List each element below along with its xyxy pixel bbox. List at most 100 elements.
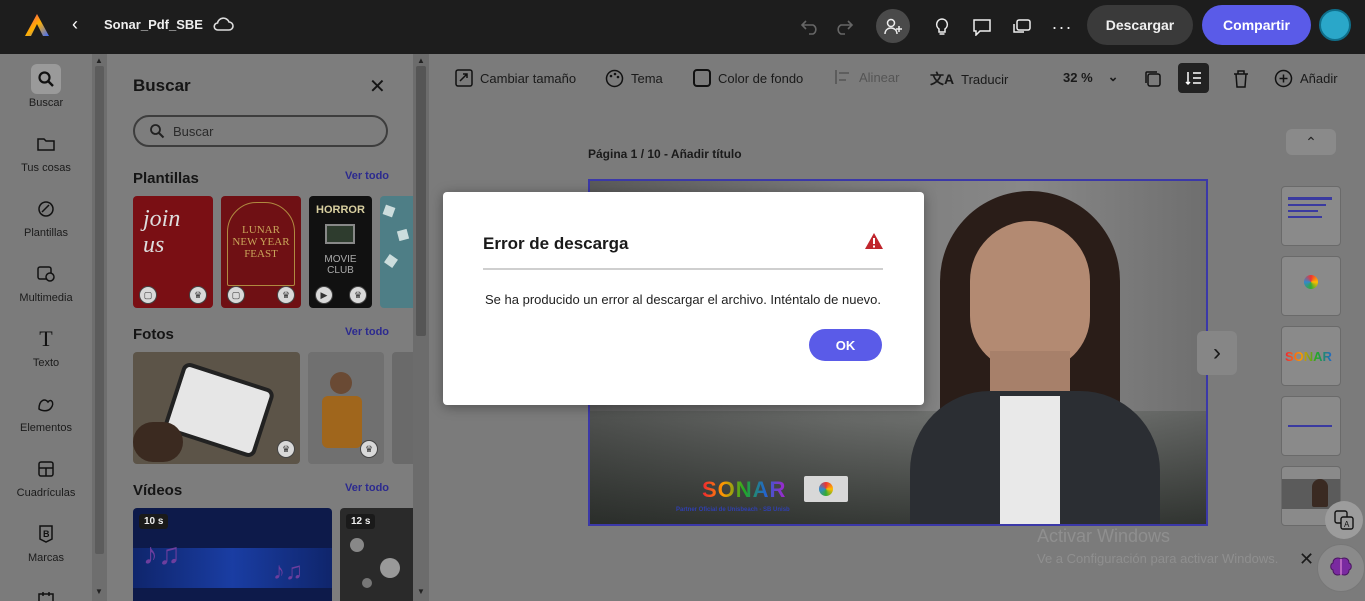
next-page-icon[interactable]: › [1197, 331, 1237, 375]
video-card[interactable]: 12 s [340, 508, 413, 601]
premium-crown-icon: ♛ [360, 440, 378, 458]
scrollbar-thumb[interactable] [95, 66, 104, 554]
rail-item-brands[interactable]: B Marcas [0, 519, 92, 564]
page-thumbnail[interactable] [1281, 186, 1341, 246]
rail-item-templates[interactable]: Plantillas [0, 194, 92, 239]
scroll-down-icon[interactable]: ▼ [95, 587, 103, 596]
plus-circle-icon [1274, 69, 1293, 88]
rail-item-media[interactable]: Multimedia [0, 259, 92, 304]
lightbulb-icon[interactable] [928, 13, 956, 41]
delete-icon[interactable] [1232, 69, 1250, 89]
comment-icon[interactable] [968, 13, 996, 41]
left-rail: Buscar Tus cosas Plantillas Multimedia T… [0, 54, 92, 601]
download-button[interactable]: Descargar [1087, 5, 1193, 45]
rail-item-search[interactable]: Buscar [0, 64, 92, 109]
rail-item-grids[interactable]: Cuadrículas [0, 454, 92, 499]
undo-icon[interactable] [796, 13, 824, 41]
page-thumbnail[interactable] [1281, 256, 1341, 316]
rail-item-elements[interactable]: Elementos [0, 389, 92, 434]
scroll-up-icon[interactable]: ▲ [95, 56, 103, 65]
page-thumbnail[interactable] [1281, 396, 1341, 456]
templates-icon [31, 194, 61, 224]
close-icon[interactable]: ✕ [1299, 549, 1314, 570]
layers-icon[interactable] [1178, 63, 1209, 93]
template-text: join us [143, 206, 181, 258]
resize-icon [455, 69, 473, 87]
scroll-down-icon[interactable]: ▼ [417, 587, 425, 596]
windows-activation-text: Ve a Configuración para activar Windows. [1037, 551, 1279, 566]
translate-assistant-icon[interactable]: A [1325, 501, 1363, 539]
rail-item-your-stuff[interactable]: Tus cosas [0, 129, 92, 174]
see-all-videos-link[interactable]: Ver todo [345, 482, 389, 494]
music-note-icon: ♪♫ [143, 538, 181, 571]
more-options-icon[interactable]: ··· [1048, 13, 1076, 41]
template-card[interactable]: join us ▢ ♛ [133, 196, 213, 308]
play-icon: ▶ [315, 286, 333, 304]
translate-button[interactable]: 文A Traducir [930, 69, 1008, 89]
template-card[interactable]: HORROR MOVIE CLUB ▶ ♛ [309, 196, 372, 308]
invite-user-icon[interactable] [876, 9, 910, 43]
rail-scrollbar[interactable]: ▲ ▼ [92, 54, 107, 601]
chevron-down-icon: ⌄ [1107, 69, 1119, 84]
avatar[interactable] [1319, 9, 1351, 41]
page-thumbnail[interactable]: SONAR [1281, 326, 1341, 386]
folder-icon [31, 129, 61, 159]
text-icon: T [39, 326, 53, 351]
photo-card[interactable]: ♛ [133, 352, 300, 464]
search-icon [150, 124, 165, 139]
template-text: LUNAR [242, 224, 280, 236]
adobe-express-logo-icon[interactable] [24, 13, 50, 37]
add-button[interactable]: Añadir [1274, 69, 1338, 88]
back-icon[interactable]: ‹ [72, 14, 78, 35]
scrollbar-thumb[interactable] [416, 66, 426, 336]
document-name[interactable]: Sonar_Pdf_SBE [104, 17, 203, 32]
top-bar: ‹ Sonar_Pdf_SBE ··· Descargar Compartir [0, 0, 1365, 54]
dialog-title: Error de descarga [483, 234, 629, 253]
photo-card[interactable]: ♛ [308, 352, 384, 464]
premium-crown-icon: ♛ [189, 286, 207, 304]
rail-item-label: Texto [32, 357, 60, 369]
rail-item-label: Plantillas [23, 227, 69, 239]
rail-item-label: Cuadrículas [16, 487, 76, 499]
zoom-dropdown[interactable]: 32 % ⌄ [1063, 69, 1119, 85]
see-all-templates-link[interactable]: Ver todo [345, 170, 389, 182]
align-button[interactable]: Alinear [834, 69, 899, 85]
theme-label: Tema [631, 71, 663, 86]
panel-scrollbar[interactable]: ▲ ▼ [413, 54, 429, 601]
resize-button[interactable]: Cambiar tamaño [455, 69, 576, 87]
photo-card[interactable] [392, 352, 413, 464]
error-dialog: Error de descarga Se ha producido un err… [443, 192, 924, 405]
translate-icon: 文A [930, 71, 955, 87]
background-color-button[interactable]: Color de fondo [693, 69, 803, 87]
template-card[interactable] [380, 196, 413, 308]
rail-item-label: Marcas [27, 552, 65, 564]
panel-title: Buscar [133, 76, 191, 95]
slide-brand-text: SONAR [702, 477, 787, 502]
rail-item-text[interactable]: T Texto [0, 324, 92, 369]
ai-assistant-icon[interactable] [1317, 544, 1365, 592]
video-card[interactable]: ♪♫ ♪♫ 10 s [133, 508, 332, 601]
redo-icon[interactable] [830, 13, 858, 41]
media-icon [31, 259, 61, 289]
page-label[interactable]: Página 1 / 10 - Añadir título [588, 147, 742, 161]
template-text: MOVIE [324, 254, 357, 265]
slide-tagline: Partner Oficial de Unisbeach - SB Unisb [676, 507, 790, 513]
rail-item-label: Buscar [28, 97, 64, 109]
cloud-icon[interactable] [212, 14, 234, 34]
theme-button[interactable]: Tema [605, 69, 663, 88]
ok-button[interactable]: OK [809, 329, 882, 361]
rail-item-more[interactable] [0, 584, 92, 601]
present-icon[interactable] [1008, 13, 1036, 41]
search-panel: Buscar ✕ Plantillas Ver todo join us ▢ ♛… [107, 54, 413, 601]
scroll-up-icon[interactable]: ▲ [417, 56, 425, 65]
pages-icon[interactable] [1143, 69, 1163, 89]
search-box[interactable] [133, 115, 388, 147]
close-icon[interactable]: ✕ [369, 74, 386, 99]
template-text: HORROR [316, 204, 365, 216]
template-card[interactable]: LUNAR NEW YEAR FEAST ▢ ♛ [221, 196, 301, 308]
share-button[interactable]: Compartir [1202, 5, 1311, 45]
portrait-image [890, 181, 1206, 524]
see-all-photos-link[interactable]: Ver todo [345, 326, 389, 338]
search-input[interactable] [173, 123, 373, 139]
video-duration: 10 s [139, 514, 169, 529]
